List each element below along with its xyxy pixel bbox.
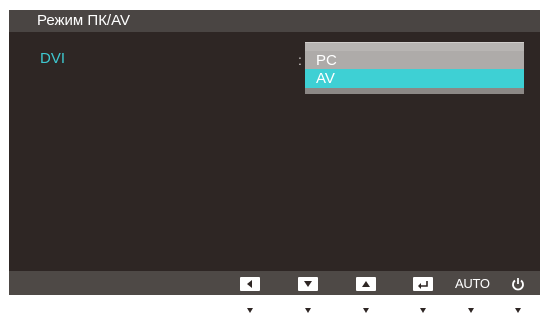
title-bar: Режим ПК/AV [9,10,540,32]
pointer-mark [420,308,426,313]
option-av[interactable]: AV [305,69,524,89]
power-icon [512,278,524,291]
value-separator: : [298,52,302,68]
auto-button[interactable]: AUTO [455,276,490,291]
option-pc[interactable]: PC [305,51,524,71]
up-arrow-icon [362,281,370,287]
enter-icon [418,280,428,289]
source-mode-dropdown[interactable]: PC AV [305,42,524,94]
left-button[interactable] [240,277,260,291]
pointer-mark [515,308,521,313]
pointer-mark [305,308,311,313]
osd-panel: Режим ПК/AV DVI : PC AV [9,10,540,281]
down-arrow-icon [304,281,312,287]
power-button[interactable] [510,276,526,292]
pointer-mark [247,308,253,313]
dropdown-shadow [305,88,524,94]
pointer-mark [468,308,474,313]
left-arrow-icon [247,280,252,288]
menu-item-dvi[interactable]: DVI [40,50,65,67]
pointer-mark [363,308,369,313]
up-button[interactable] [356,277,376,291]
down-button[interactable] [298,277,318,291]
page-title: Режим ПК/AV [37,12,130,29]
enter-button[interactable] [413,277,433,291]
